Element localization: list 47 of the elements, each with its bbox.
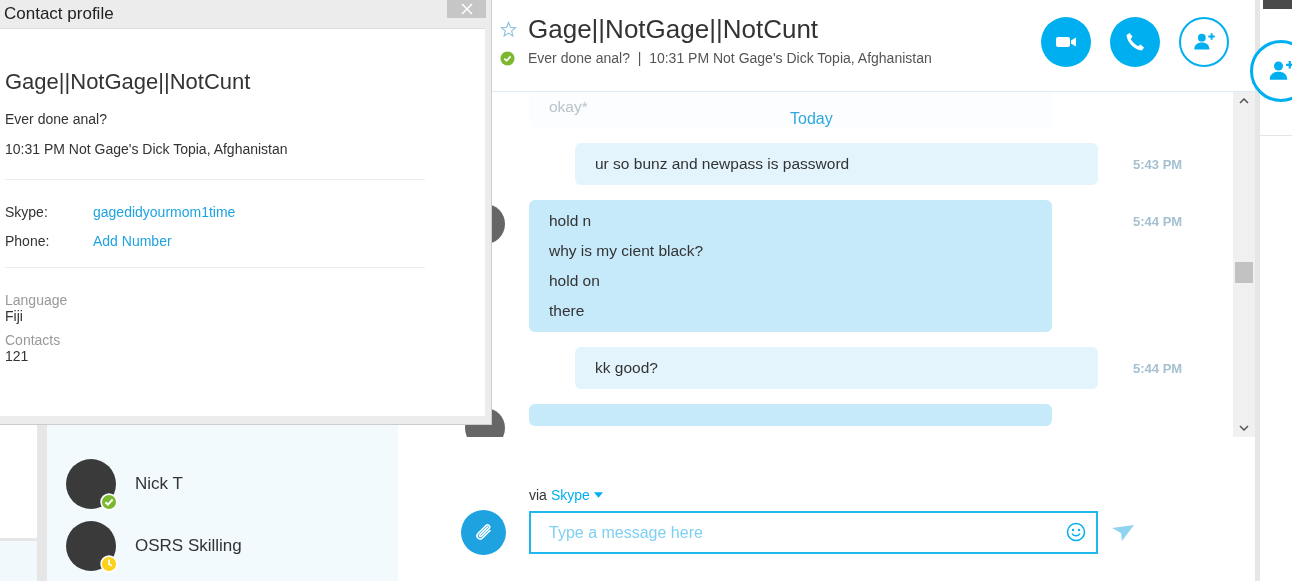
close-icon — [460, 3, 473, 15]
via-label: via — [529, 487, 547, 503]
message-text: there — [549, 301, 586, 321]
message-text: why is my cient black? — [549, 241, 705, 261]
dialog-title: Contact profile — [4, 4, 114, 24]
message-text: hold n — [549, 211, 593, 231]
profile-link[interactable]: Add Number — [93, 233, 172, 262]
chat-title: Gage||NotGage||NotCunt — [528, 14, 819, 45]
emoji-icon[interactable] — [1066, 522, 1086, 542]
date-divider: Today — [790, 110, 833, 128]
add-people-button[interactable] — [1179, 17, 1229, 67]
detail-label: Contacts — [5, 332, 62, 348]
video-call-button[interactable] — [1041, 17, 1091, 67]
scroll-up-icon[interactable] — [1239, 98, 1249, 104]
message-input[interactable]: Type a message here — [529, 511, 1098, 554]
message-text: ur so bunz and newpass is password — [595, 154, 851, 174]
avatar-placeholder — [66, 521, 116, 571]
contact-status-text: Ever done anal? | 10:31 PM Not Gage's Dick Topia, Afghanistan — [528, 50, 932, 66]
message-time: 5:43 PM — [1133, 157, 1183, 172]
message-text: kk good? — [595, 358, 659, 378]
mood-message: Ever done anal? — [5, 111, 108, 127]
window-edge-bar — [1263, 0, 1292, 9]
field-label: Phone: — [5, 233, 51, 251]
message-text: okay* — [549, 97, 588, 117]
attach-button[interactable] — [461, 510, 506, 555]
scrollbar[interactable] — [1233, 92, 1255, 437]
scrollbar-thumb[interactable] — [1235, 262, 1253, 283]
scroll-down-icon[interactable] — [1239, 425, 1249, 431]
caret-icon — [593, 492, 603, 498]
message-time: 5:44 PM — [1133, 361, 1183, 376]
send-icon[interactable] — [1112, 524, 1134, 541]
contact-name[interactable]: Nick T — [135, 474, 183, 494]
call-button[interactable] — [1110, 17, 1160, 67]
detail-value: 121 — [5, 348, 30, 364]
message-time: 5:44 PM — [1133, 214, 1183, 229]
detail-label: Language — [5, 292, 69, 308]
field-label: Skype: — [5, 204, 49, 222]
avatar-placeholder — [66, 459, 116, 509]
close-button[interactable] — [447, 0, 486, 18]
star-icon[interactable] — [500, 21, 517, 38]
contact-name[interactable]: OSRS Skilling — [135, 536, 242, 556]
contact-name: Gage||NotGage||NotCunt — [5, 69, 252, 95]
detail-value: Fiji — [5, 308, 24, 324]
service-dropdown[interactable]: Skype — [550, 487, 603, 503]
location-text: 10:31 PM Not Gage's Dick Topia, Afghanistan — [5, 141, 289, 157]
profile-link[interactable]: gagedidyourmom1time — [93, 204, 236, 233]
message-text: hold on — [549, 271, 601, 291]
